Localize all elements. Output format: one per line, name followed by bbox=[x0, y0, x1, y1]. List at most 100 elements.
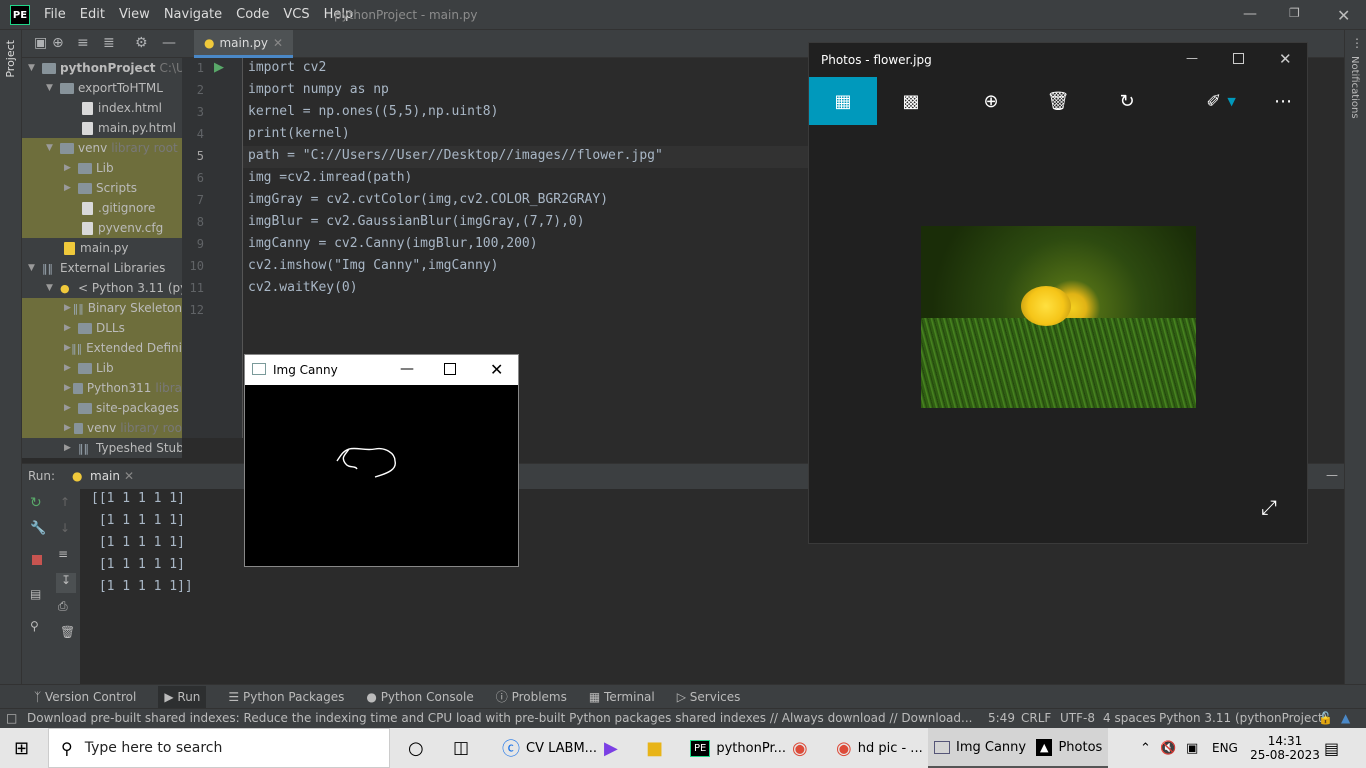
update-icon[interactable]: ▲ bbox=[1341, 711, 1350, 725]
tree-item-pyvenv-cfg[interactable]: pyvenv.cfg bbox=[22, 218, 182, 238]
maximize-icon[interactable] bbox=[444, 363, 456, 375]
hide-icon[interactable]: — bbox=[1326, 468, 1338, 482]
print-icon[interactable]: ⎙ bbox=[58, 599, 68, 614]
more-vertical-icon[interactable]: ⋮ bbox=[1351, 36, 1363, 50]
volume-button[interactable]: 🔇 bbox=[1160, 728, 1176, 768]
tab-problems[interactable]: ⓘ Problems bbox=[496, 688, 567, 705]
chevron-down-icon[interactable]: ▼ bbox=[28, 263, 42, 273]
chevron-right-icon[interactable]: ▶ bbox=[64, 163, 78, 173]
square-icon[interactable]: ▣ bbox=[34, 35, 47, 51]
cortana-button[interactable]: ○ bbox=[408, 728, 424, 768]
close-tab-icon[interactable]: ✕ bbox=[124, 469, 134, 483]
arrow-down-icon[interactable]: ↓ bbox=[60, 521, 70, 535]
trash-icon[interactable]: 🗑 bbox=[60, 625, 75, 639]
chevron-right-icon[interactable]: ▶ bbox=[64, 183, 78, 193]
scroll-to-end-icon[interactable]: ↧ bbox=[56, 573, 76, 593]
tree-item-scripts[interactable]: ▶ Scripts bbox=[22, 178, 182, 198]
hide-icon[interactable]: — bbox=[162, 35, 176, 51]
delete-button[interactable]: 🗑 bbox=[1024, 77, 1092, 125]
clock[interactable]: 14:31 25-08-2023 bbox=[1250, 728, 1320, 768]
chevron-right-icon[interactable]: ▶ bbox=[64, 383, 73, 393]
wrench-icon[interactable]: 🔧 bbox=[30, 521, 46, 536]
chevron-right-icon[interactable]: ▶ bbox=[64, 443, 78, 453]
tree-item-venv[interactable]: ▼ venv library root bbox=[22, 138, 182, 158]
tree-item-typeshed-stubs[interactable]: ▶ ‖‖ Typeshed Stubs bbox=[64, 438, 182, 458]
tab-main-py[interactable]: ● main.py ✕ bbox=[194, 30, 294, 58]
chevron-down-icon[interactable]: ▼ bbox=[28, 63, 42, 73]
layout-icon[interactable]: ▤ bbox=[30, 587, 41, 601]
taskbar-app-chrome-hdpic[interactable]: ◉ hd pic - ... bbox=[832, 728, 927, 768]
tree-item-python311-sdk[interactable]: ▼●< Python 3.11 (pyth bbox=[46, 278, 182, 298]
chevron-down-icon[interactable]: ▼ bbox=[46, 283, 60, 293]
menu-code[interactable]: Code bbox=[236, 7, 269, 22]
tree-item-lib[interactable]: ▶ Lib bbox=[22, 158, 182, 178]
rerun-icon[interactable]: ↻ bbox=[30, 495, 42, 511]
taskbar-app-pycharm[interactable]: PE pythonPr... bbox=[686, 728, 790, 768]
notifications-tool-button[interactable]: Notifications bbox=[1349, 56, 1360, 119]
taskbar-app-photos[interactable]: ▲ Photos bbox=[1030, 728, 1109, 768]
tab-python-packages[interactable]: ☰ Python Packages bbox=[228, 690, 344, 704]
menu-navigate[interactable]: Navigate bbox=[164, 7, 222, 22]
edit-button[interactable]: ✐ ▼ bbox=[1187, 77, 1255, 125]
close-icon[interactable]: ✕ bbox=[1279, 50, 1292, 68]
chevron-right-icon[interactable]: ▶ bbox=[64, 403, 78, 413]
tree-item-site-packages[interactable]: ▶ site-packages bbox=[22, 398, 182, 418]
see-all-photos-button[interactable]: ▦ bbox=[809, 77, 877, 125]
collapse-all-icon[interactable]: ≣ bbox=[103, 35, 115, 51]
minimize-icon[interactable]: — bbox=[400, 361, 414, 377]
start-button[interactable]: ⊞ bbox=[14, 728, 29, 768]
tree-item-dlls[interactable]: ▶ DLLs bbox=[22, 318, 182, 338]
indent-setting[interactable]: 4 spaces bbox=[1103, 711, 1156, 725]
tree-item-external-libraries[interactable]: ▼ ‖‖ External Libraries bbox=[28, 258, 165, 278]
menu-edit[interactable]: Edit bbox=[80, 7, 105, 22]
run-config-tab[interactable]: main bbox=[90, 469, 120, 483]
network-button[interactable]: ▣ bbox=[1186, 728, 1198, 768]
arrow-up-icon[interactable]: ↑ bbox=[60, 495, 70, 509]
project-tool-button[interactable]: Project bbox=[4, 40, 17, 78]
chevron-down-icon[interactable]: ▼ bbox=[46, 83, 60, 93]
tab-version-control[interactable]: ᛉ Version Control bbox=[34, 690, 136, 704]
tree-item-extended-definitions[interactable]: ▶ ‖‖ Extended Defini bbox=[22, 338, 182, 358]
run-gutter-icon[interactable]: ▶ bbox=[214, 60, 224, 75]
taskbar-app-chrome[interactable]: ◉ bbox=[792, 728, 808, 768]
taskbar-app-img-canny[interactable]: Img Canny bbox=[928, 728, 1033, 768]
caret-position[interactable]: 5:49 bbox=[988, 711, 1015, 725]
file-encoding[interactable]: UTF-8 bbox=[1060, 711, 1095, 725]
tab-terminal[interactable]: ▦ Terminal bbox=[589, 690, 655, 704]
minimize-icon[interactable]: — bbox=[1243, 6, 1257, 22]
status-message[interactable]: Download pre-built shared indexes: Reduc… bbox=[27, 711, 977, 725]
fullscreen-icon[interactable]: ⤢ bbox=[1261, 495, 1277, 519]
taskbar-app-explorer[interactable]: ■ bbox=[646, 728, 663, 768]
chevron-right-icon[interactable]: ▶ bbox=[64, 423, 74, 433]
lock-icon[interactable]: 🔓 bbox=[1318, 711, 1333, 725]
tree-item-main-py-html[interactable]: main.py.html bbox=[82, 118, 176, 138]
tree-item-binary-skeletons[interactable]: ▶ ‖‖ Binary Skeleton bbox=[22, 298, 182, 318]
tab-services[interactable]: ▷ Services bbox=[677, 690, 741, 704]
tree-item-venv-lib-root[interactable]: ▶ venv library roo bbox=[22, 418, 182, 438]
python-interpreter[interactable]: Python 3.11 (pythonProject) bbox=[1159, 711, 1327, 725]
tree-item-lib-sdk[interactable]: ▶ Lib bbox=[22, 358, 182, 378]
tree-item-index-html[interactable]: index.html bbox=[82, 98, 162, 118]
rotate-button[interactable]: ↻ bbox=[1093, 77, 1161, 125]
menu-vcs[interactable]: VCS bbox=[283, 7, 309, 22]
task-view-button[interactable]: ◫ bbox=[453, 728, 469, 768]
close-tab-icon[interactable]: ✕ bbox=[273, 36, 283, 50]
target-icon[interactable]: ⊕ bbox=[52, 35, 64, 51]
maximize-icon[interactable] bbox=[1233, 53, 1244, 64]
tree-item-exporttohtml[interactable]: ▼ exportToHTML bbox=[46, 78, 163, 98]
menu-view[interactable]: View bbox=[119, 7, 150, 22]
gear-icon[interactable]: ⚙ bbox=[135, 35, 148, 51]
expand-all-icon[interactable]: ≡ bbox=[77, 35, 89, 51]
slideshow-button[interactable]: ▩ bbox=[877, 77, 945, 125]
chevron-right-icon[interactable]: ▶ bbox=[64, 323, 78, 333]
taskbar-app-powerapps[interactable]: ▶ bbox=[604, 728, 618, 768]
soft-wrap-icon[interactable]: ≡ bbox=[58, 547, 68, 561]
minimize-icon[interactable]: — bbox=[1186, 51, 1198, 65]
tree-item-pythonproject[interactable]: ▼pythonProjectC:\Use bbox=[28, 58, 182, 78]
zoom-button[interactable]: ⊕ bbox=[957, 77, 1025, 125]
stop-icon[interactable] bbox=[32, 555, 42, 565]
menu-file[interactable]: File bbox=[44, 7, 66, 22]
restore-icon[interactable]: ❐ bbox=[1289, 6, 1300, 20]
tab-python-console[interactable]: ● Python Console bbox=[366, 690, 473, 704]
notification-icon[interactable]: □ bbox=[6, 711, 17, 725]
